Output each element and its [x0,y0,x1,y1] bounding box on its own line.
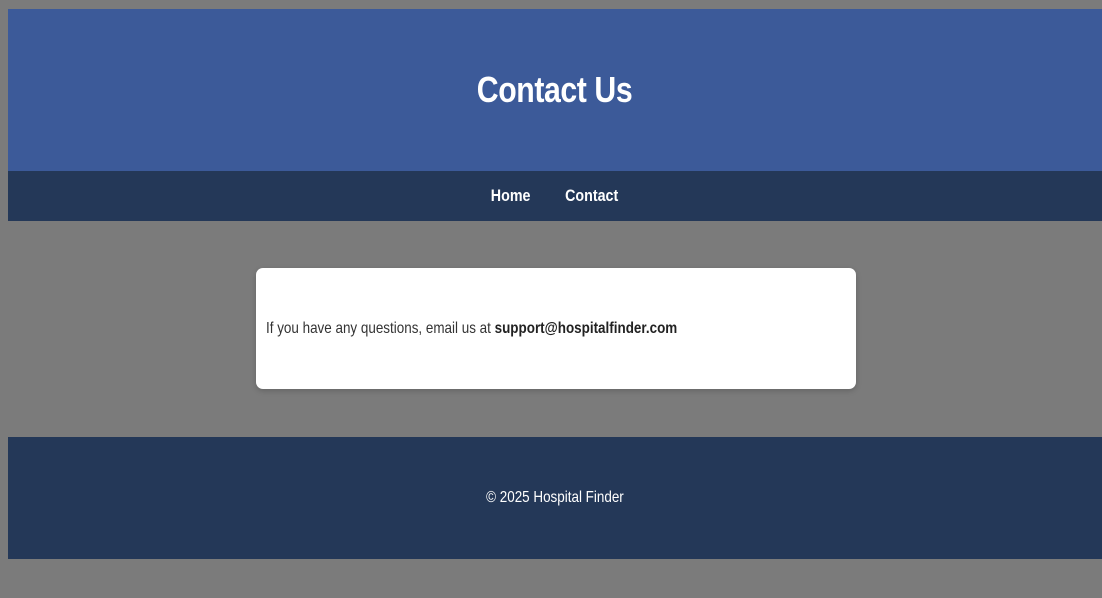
page-title: Contact Us [477,69,633,110]
contact-message: If you have any questions, email us at s… [266,320,677,338]
site-footer: © 2025 Hospital Finder [8,437,1102,559]
nav-link-contact[interactable]: Contact [565,186,618,206]
contact-message-text: If you have any questions, email us at [266,319,491,337]
nav-link-home[interactable]: Home [491,186,531,206]
main-content: If you have any questions, email us at s… [8,221,1102,437]
contact-card: If you have any questions, email us at s… [256,268,856,389]
page: Contact Us Home Contact If you have any … [8,9,1102,559]
support-email: support@hospitalfinder.com [494,319,678,337]
nav-bar: Home Contact [8,171,1102,221]
site-header: Contact Us [8,9,1102,171]
footer-copyright: © 2025 Hospital Finder [486,489,624,506]
